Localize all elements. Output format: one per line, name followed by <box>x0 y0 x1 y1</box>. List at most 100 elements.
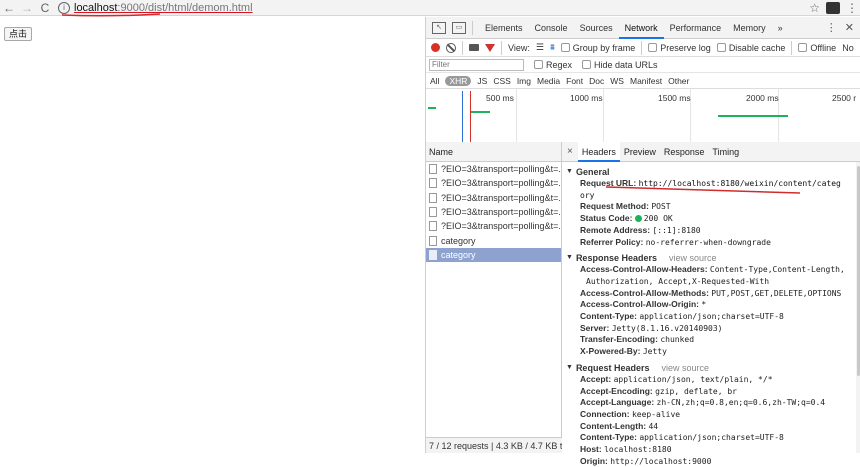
type-img[interactable]: Img <box>517 76 531 86</box>
group-by-frame-label: Group by frame <box>572 42 636 53</box>
checkbox-icon[interactable] <box>560 43 570 52</box>
checkbox-icon[interactable] <box>534 60 543 69</box>
header-row: Request URL: http://localhost:8180/weixi… <box>562 178 860 190</box>
tab-memory[interactable]: Memory <box>727 17 772 39</box>
response-headers-toggle[interactable]: ▼ Response Headers view source <box>562 252 860 264</box>
header-row: X-Powered-By: Jetty <box>562 346 860 358</box>
waterfall-view-icon[interactable]: ⩩ <box>550 42 555 53</box>
header-value: 200 OK <box>643 214 673 224</box>
header-key: Server: <box>580 322 610 333</box>
info-icon[interactable]: i <box>58 1 70 14</box>
click-button[interactable]: 点击 <box>4 27 33 41</box>
hide-data-urls-checkbox[interactable]: Hide data URLs <box>582 60 658 70</box>
request-row-selected[interactable]: category <box>426 247 561 263</box>
header-row: Authorization, Accept,X-Requested-With <box>562 276 860 288</box>
clear-icon[interactable] <box>446 42 456 53</box>
request-url-value: http://localhost:8180/weixin/content/cat… <box>638 179 841 188</box>
header-key: Remote Address: <box>580 224 651 235</box>
header-value: Authorization, Accept,X-Requested-With <box>586 276 770 286</box>
extension-icon[interactable] <box>826 2 840 14</box>
tab-network[interactable]: Network <box>618 17 664 39</box>
tab-sources[interactable]: Sources <box>574 17 619 39</box>
type-css[interactable]: CSS <box>493 76 510 86</box>
response-headers-title: Response Headers <box>575 253 657 264</box>
disable-cache-checkbox[interactable]: Disable cache <box>716 43 785 53</box>
checkbox-icon[interactable] <box>716 43 726 52</box>
throttling-select[interactable]: No <box>842 43 854 53</box>
header-row: Status Code: 200 OK <box>562 213 860 225</box>
view-source-link[interactable]: view source <box>661 362 709 374</box>
request-row[interactable]: ?EIO=3&transport=polling&t=... <box>426 176 561 190</box>
file-icon <box>429 221 437 232</box>
record-icon[interactable] <box>431 43 440 52</box>
type-media[interactable]: Media <box>537 76 560 86</box>
tab-console[interactable]: Console <box>529 17 574 39</box>
more-tabs-icon[interactable]: » <box>772 17 789 39</box>
address-bar[interactable]: i localhost:9000/dist/html/demom.html <box>58 1 253 15</box>
forward-arrow-icon[interactable]: → <box>18 0 36 16</box>
tab-preview[interactable]: Preview <box>620 142 660 162</box>
header-key: Accept-Language: <box>580 397 655 408</box>
kebab-menu-icon[interactable]: ⋮ <box>846 1 858 15</box>
type-manifest[interactable]: Manifest <box>630 76 662 86</box>
list-view-icon[interactable]: ☰ <box>536 42 544 53</box>
grid-line <box>516 89 517 149</box>
checkbox-icon[interactable] <box>798 43 808 52</box>
type-other[interactable]: Other <box>668 76 689 86</box>
filter-icon[interactable] <box>485 43 495 52</box>
devtools-menu-icon[interactable]: ⋮ <box>826 21 837 34</box>
request-headers-toggle[interactable]: ▼ Request Headers view source <box>562 362 860 374</box>
header-row: Server: Jetty(8.1.16.v20140903) <box>562 323 860 335</box>
header-value: application/json;charset=UTF-8 <box>639 433 784 443</box>
regex-checkbox[interactable]: Regex <box>534 60 572 70</box>
checkbox-icon[interactable] <box>648 43 658 52</box>
general-section-toggle[interactable]: ▼ General <box>562 166 860 178</box>
type-ws[interactable]: WS <box>610 76 624 86</box>
request-row[interactable]: ?EIO=3&transport=polling&t=... <box>426 191 561 205</box>
type-doc[interactable]: Doc <box>589 76 604 86</box>
type-font[interactable]: Font <box>566 76 583 86</box>
tab-response[interactable]: Response <box>660 142 709 162</box>
filter-input[interactable] <box>429 58 524 71</box>
tick-label: 2500 r <box>832 93 857 103</box>
file-icon <box>429 207 437 218</box>
screenshot-icon[interactable] <box>469 44 479 51</box>
header-key: Referrer Policy: <box>580 236 644 247</box>
devtools-tabbar: ↖ ▭ Elements Console Sources Network Per… <box>426 17 860 39</box>
tab-elements[interactable]: Elements <box>479 17 529 39</box>
star-icon[interactable]: ☆ <box>809 1 820 15</box>
back-arrow-icon[interactable]: ← <box>0 0 18 16</box>
header-row: Accept-Language: zh-CN,zh;q=0.8,en;q=0.6… <box>562 397 860 409</box>
type-js[interactable]: JS <box>477 76 487 86</box>
device-toggle-icon[interactable]: ▭ <box>452 21 466 34</box>
close-devtools-icon[interactable]: ✕ <box>845 21 854 34</box>
divider <box>472 20 473 35</box>
tab-timing[interactable]: Timing <box>708 142 743 162</box>
inspect-icon[interactable]: ↖ <box>432 21 446 34</box>
request-row[interactable]: ?EIO=3&transport=polling&t=... <box>426 219 561 233</box>
network-overview[interactable]: 500 ms 1000 ms 1500 ms 2000 ms 2500 r <box>426 89 860 149</box>
type-xhr[interactable]: XHR <box>445 75 472 86</box>
type-all[interactable]: All <box>430 76 439 86</box>
tick-label: 500 ms <box>486 93 514 103</box>
name-column-header[interactable]: Name <box>426 142 561 162</box>
request-row[interactable]: ?EIO=3&transport=polling&t=... <box>426 162 561 176</box>
header-value: [::1]:8180 <box>652 225 701 235</box>
request-row[interactable]: category <box>426 233 561 247</box>
close-icon[interactable]: × <box>562 146 578 157</box>
detail-tabbar: × Headers Preview Response Timing <box>562 141 860 162</box>
header-key: Access-Control-Allow-Headers: <box>580 264 708 275</box>
header-row: Request Method: POST <box>562 201 860 213</box>
group-by-frame-checkbox[interactable]: Group by frame <box>560 42 636 53</box>
checkbox-icon[interactable] <box>582 60 592 69</box>
request-row[interactable]: ?EIO=3&transport=polling&t=... <box>426 205 561 219</box>
header-key: Access-Control-Allow-Origin: <box>580 299 700 310</box>
reload-icon[interactable]: C <box>36 0 54 16</box>
tab-headers[interactable]: Headers <box>577 141 620 162</box>
header-row: Accept: application/json, text/plain, */… <box>562 374 860 386</box>
divider <box>641 40 643 55</box>
preserve-log-checkbox[interactable]: Preserve log <box>648 43 711 53</box>
view-source-link[interactable]: view source <box>669 252 717 264</box>
offline-checkbox[interactable]: Offline <box>798 43 836 53</box>
tab-performance[interactable]: Performance <box>664 17 728 39</box>
